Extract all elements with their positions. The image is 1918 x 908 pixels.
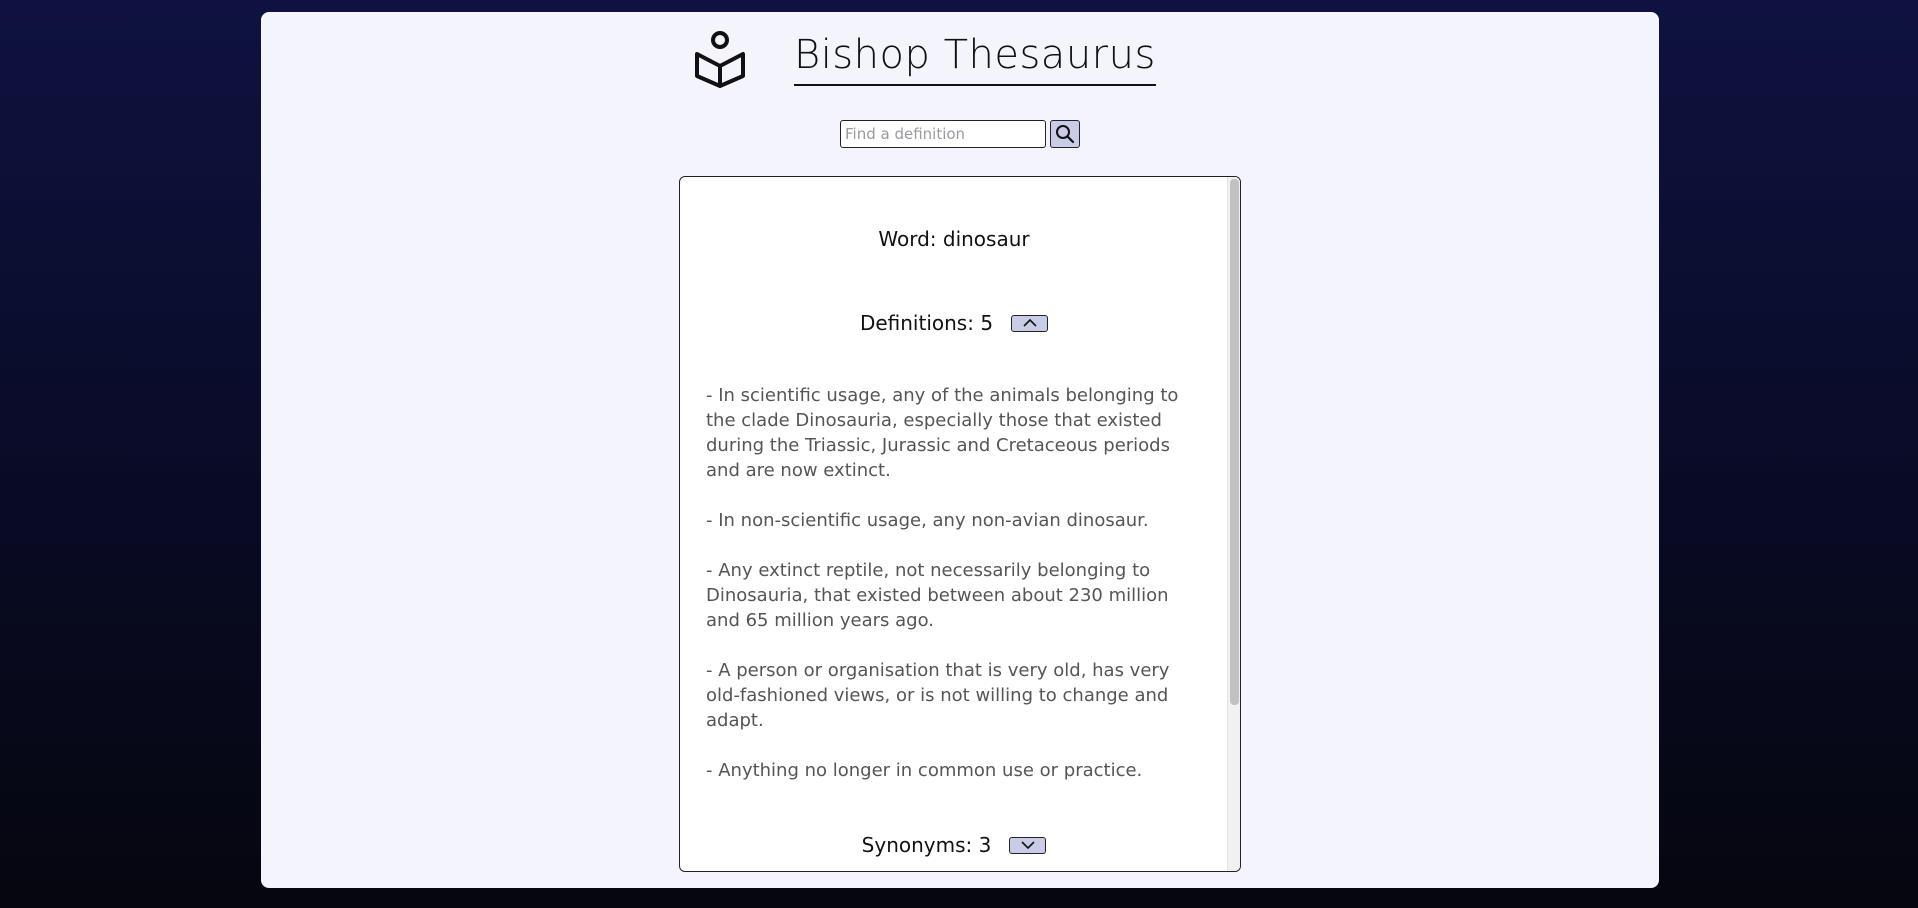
definition-item: - In scientific usage, any of the animal… <box>706 385 1179 481</box>
definitions-count-label: Definitions: 5 <box>859 311 994 335</box>
definitions-list: - In scientific usage, any of the animal… <box>706 383 1206 808</box>
result-panel: Word: dinosaur Definitions: 5 - In scien… <box>679 176 1241 872</box>
definition-item: - Any extinct reptile, not necessarily b… <box>706 560 1169 631</box>
definition-item: - Anything no longer in common use or pr… <box>706 760 1143 781</box>
chevron-up-icon <box>1022 318 1037 327</box>
synonyms-count-label: Synonyms: 3 <box>861 833 992 857</box>
definitions-toggle-button[interactable] <box>1011 314 1049 332</box>
search-icon <box>1056 125 1075 144</box>
search-input[interactable] <box>840 120 1046 148</box>
definitions-heading: Definitions: 5 <box>680 311 1228 335</box>
header: Bishop Thesaurus <box>261 12 1659 112</box>
definition-item: - In non-scientific usage, any non-avian… <box>706 510 1149 531</box>
page-title: Bishop Thesaurus <box>794 32 1156 86</box>
synonyms-heading: Synonyms: 3 <box>680 833 1228 857</box>
synonyms-toggle-button[interactable] <box>1009 836 1047 854</box>
scrollbar[interactable] <box>1227 177 1240 871</box>
scrollbar-thumb[interactable] <box>1230 179 1239 705</box>
word-heading: Word: dinosaur <box>878 227 1030 251</box>
result-scroll-area[interactable]: Word: dinosaur Definitions: 5 - In scien… <box>680 177 1228 871</box>
search-bar <box>840 120 1080 148</box>
search-button[interactable] <box>1050 120 1080 148</box>
book-reader-icon <box>695 31 745 88</box>
definition-item: - A person or organisation that is very … <box>706 660 1170 731</box>
main-card: Bishop Thesaurus Word: dinosaur Definiti… <box>261 12 1659 888</box>
chevron-down-icon <box>1021 841 1035 850</box>
